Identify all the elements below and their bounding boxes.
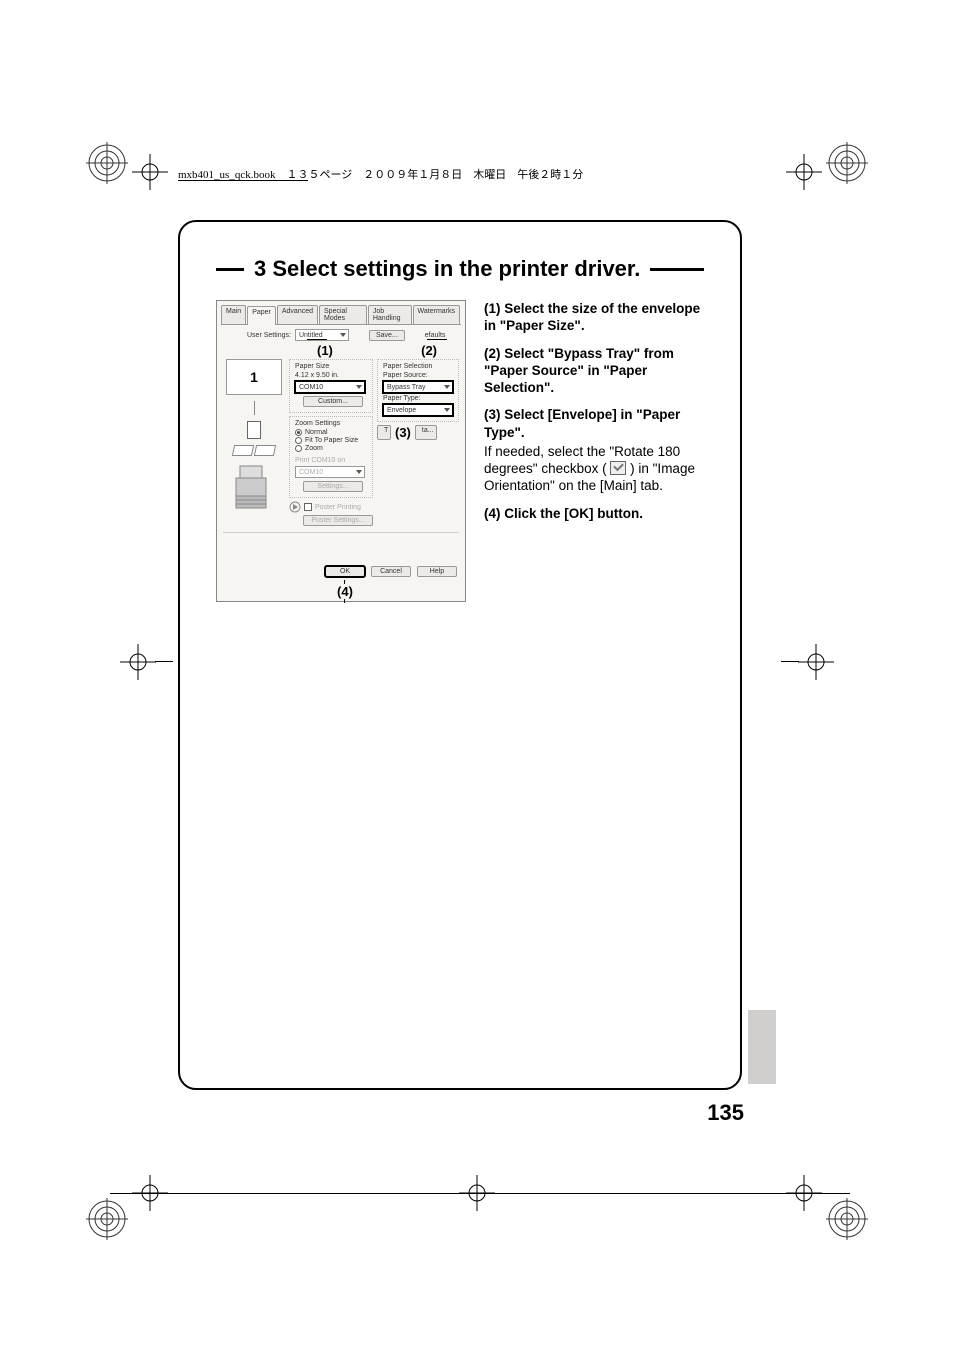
dialog-tabs: Main Paper Advanced Special Modes Job Ha…: [221, 305, 461, 325]
help-button[interactable]: Help: [417, 566, 457, 577]
step-heading: 3 Select settings in the printer driver.: [216, 256, 704, 282]
paper-source-label: Paper Source:: [383, 372, 453, 379]
tab-special-modes[interactable]: Special Modes: [319, 305, 367, 324]
side-tab: [748, 1010, 776, 1084]
crop-cross-icon: [120, 644, 156, 680]
paper-selection-label: Paper Selection: [383, 363, 453, 370]
weekday: 木曜日: [473, 169, 506, 181]
instruction-2: (2) Select "Bypass Tray" from "Paper Sou…: [484, 345, 704, 397]
paper-size-label: Paper Size: [295, 363, 367, 370]
paper-source-combo[interactable]: Bypass Tray: [383, 381, 453, 393]
page-number: 135: [707, 1100, 744, 1126]
printer-icon: [234, 462, 274, 512]
preview-pane: 1: [223, 359, 285, 526]
crop-cross-icon: [132, 154, 168, 190]
zoom-label: Zoom Settings: [295, 420, 367, 427]
user-settings-label: User Settings:: [247, 332, 291, 339]
registration-mark-icon: [86, 142, 128, 184]
tray-button-left[interactable]: T: [377, 425, 391, 440]
tab-advanced[interactable]: Advanced: [277, 305, 318, 324]
instruction-1: (1) Select the size of the envelope in "…: [484, 300, 704, 335]
custom-button[interactable]: Custom...: [303, 396, 363, 407]
tab-job-handling[interactable]: Job Handling: [368, 305, 412, 324]
save-button[interactable]: Save...: [369, 330, 405, 341]
tab-watermarks[interactable]: Watermarks: [413, 305, 460, 324]
book-header: mxb401_us_qck.book １３５ページ ２００９年１月８日 木曜日 …: [178, 166, 858, 182]
hairline: [155, 661, 173, 662]
paper-type-combo[interactable]: Envelope: [383, 404, 453, 416]
zoom-panel: Zoom Settings Normal Fit To Paper Size Z…: [289, 416, 373, 498]
footer-rule: [110, 1193, 850, 1194]
poster-settings-button: Poster Settings...: [303, 515, 373, 526]
radio-zoom[interactable]: [295, 445, 302, 452]
registration-mark-icon: [86, 1198, 128, 1240]
instructions: (1) Select the size of the envelope in "…: [484, 300, 704, 532]
paper-size-combo[interactable]: COM10: [295, 381, 365, 393]
callout-1: (1): [317, 343, 333, 358]
printer-driver-dialog: Main Paper Advanced Special Modes Job Ha…: [216, 300, 466, 602]
tab-main[interactable]: Main: [221, 305, 246, 324]
crop-cross-icon: [798, 644, 834, 680]
content-frame: 3 Select settings in the printer driver.…: [178, 220, 742, 1090]
paper-size-dim: 4.12 x 9.50 in.: [295, 372, 367, 379]
cancel-button[interactable]: Cancel: [371, 566, 411, 577]
registration-mark-icon: [826, 1198, 868, 1240]
radio-fit[interactable]: [295, 437, 302, 444]
tray-button-right[interactable]: ta...: [415, 425, 437, 440]
print-on-combo: COM10: [295, 466, 365, 478]
tab-paper[interactable]: Paper: [247, 306, 276, 325]
poster-label: Poster Printing: [315, 504, 361, 511]
date: ２００９年１月８日: [363, 169, 462, 181]
callout-2: (2): [421, 343, 437, 358]
paper-size-icon: [232, 445, 254, 456]
paper-selection-panel: Paper Selection Paper Source: Bypass Tra…: [377, 359, 459, 422]
callout-3: (3): [395, 425, 411, 440]
step-title: Select settings in the printer driver.: [272, 256, 640, 281]
ok-button[interactable]: OK: [325, 566, 365, 577]
orientation-icon: [247, 421, 261, 439]
paper-type-label: Paper Type:: [383, 395, 453, 402]
poster-arrow-icon: [289, 501, 301, 513]
instruction-4: (4) Click the [OK] button.: [484, 505, 704, 522]
defaults-label[interactable]: efaults: [425, 332, 446, 339]
radio-normal[interactable]: [295, 429, 302, 436]
paper-size-icon: [254, 445, 276, 456]
poster-checkbox[interactable]: [304, 503, 312, 511]
instruction-3: (3) Select [Envelope] in "Paper Type". I…: [484, 406, 704, 494]
step-number: 3: [254, 256, 266, 281]
settings-button: Settings...: [303, 481, 363, 492]
checkbox-icon: [610, 461, 626, 475]
hairline: [781, 661, 799, 662]
print-on-label: Print COM10 on: [295, 457, 367, 464]
page-preview: 1: [226, 359, 282, 395]
callout-4: (4): [337, 584, 353, 599]
paper-size-panel: Paper Size 4.12 x 9.50 in. COM10 Custom.…: [289, 359, 373, 413]
time: 午後２時１分: [517, 169, 583, 181]
